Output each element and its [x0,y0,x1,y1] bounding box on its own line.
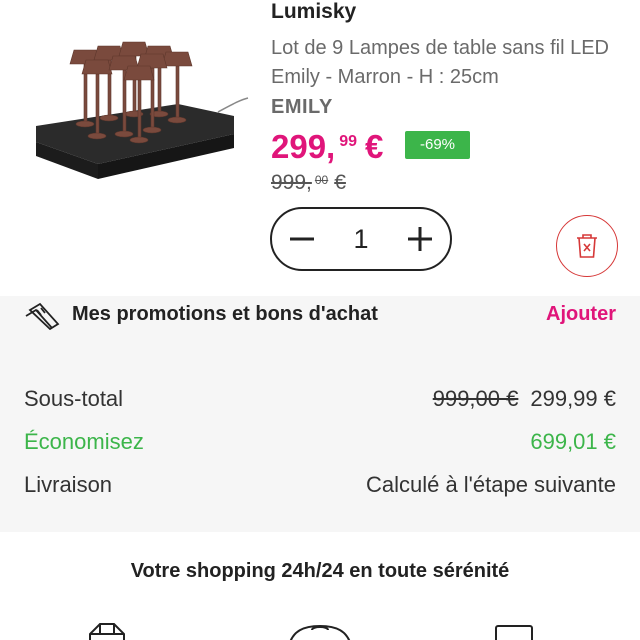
plus-icon [408,227,432,251]
remove-item-button[interactable] [556,215,618,277]
old-price: 999, 00 € [271,170,346,196]
cart-item: Lumisky Lot de 9 Lampes de table sans fi… [0,0,640,296]
headset-icon [289,624,351,640]
shipping-row: Livraison Calculé à l'étape suivante [24,472,616,498]
old-price-integer: 999, [271,171,312,194]
old-price-decimals: 00 [314,173,329,187]
price-decimals: 99 [339,133,358,150]
trash-icon [577,234,597,258]
shipping-value: Calculé à l'étape suivante [365,472,616,497]
subtotal-label: Sous-total [24,386,124,411]
promotions-row[interactable]: Mes promotions et bons d'achat Ajouter [0,296,640,348]
quantity-stepper: 1 [270,207,452,271]
discount-badge: -69% [405,131,470,159]
order-summary: Sous-total 999,00 € 299,99 € Économisez 6… [0,348,640,532]
banner-title: Votre shopping 24h/24 en toute sérénité [130,560,510,582]
promotions-label: Mes promotions et bons d'achat [72,303,378,325]
minus-icon [290,237,314,241]
coupon-icon [25,302,60,330]
quantity-value: 1 [353,223,369,254]
savings-row: Économisez 699,01 € [24,429,616,455]
product-brand: Lumisky [271,0,357,23]
subtotal-row: Sous-total 999,00 € 299,99 € [24,386,616,412]
card-icon [495,625,533,640]
reassurance-banner: Votre shopping 24h/24 en toute sérénité [0,532,640,640]
product-price: 299, 99 € [271,128,383,166]
old-price-currency: € [334,171,346,194]
subtotal-old-price: 999,00 € [432,386,519,411]
decrease-quantity-button[interactable] [288,225,316,253]
shipping-label: Livraison [24,472,113,497]
increase-quantity-button[interactable] [406,225,434,253]
price-currency: € [365,128,384,165]
subtotal-amounts: 999,00 € 299,99 € [433,386,616,412]
product-model: EMILY [271,96,333,118]
savings-label: Économisez [24,429,144,454]
subtotal-value: 299,99 € [530,386,616,411]
price-integer: 299, [271,128,336,165]
add-promotion-link[interactable]: Ajouter [546,303,616,326]
truck-icon [89,623,125,640]
savings-value: 699,01 € [530,429,616,454]
product-title[interactable]: Lot de 9 Lampes de table sans fil LED Em… [271,34,631,92]
product-image[interactable] [28,34,250,184]
